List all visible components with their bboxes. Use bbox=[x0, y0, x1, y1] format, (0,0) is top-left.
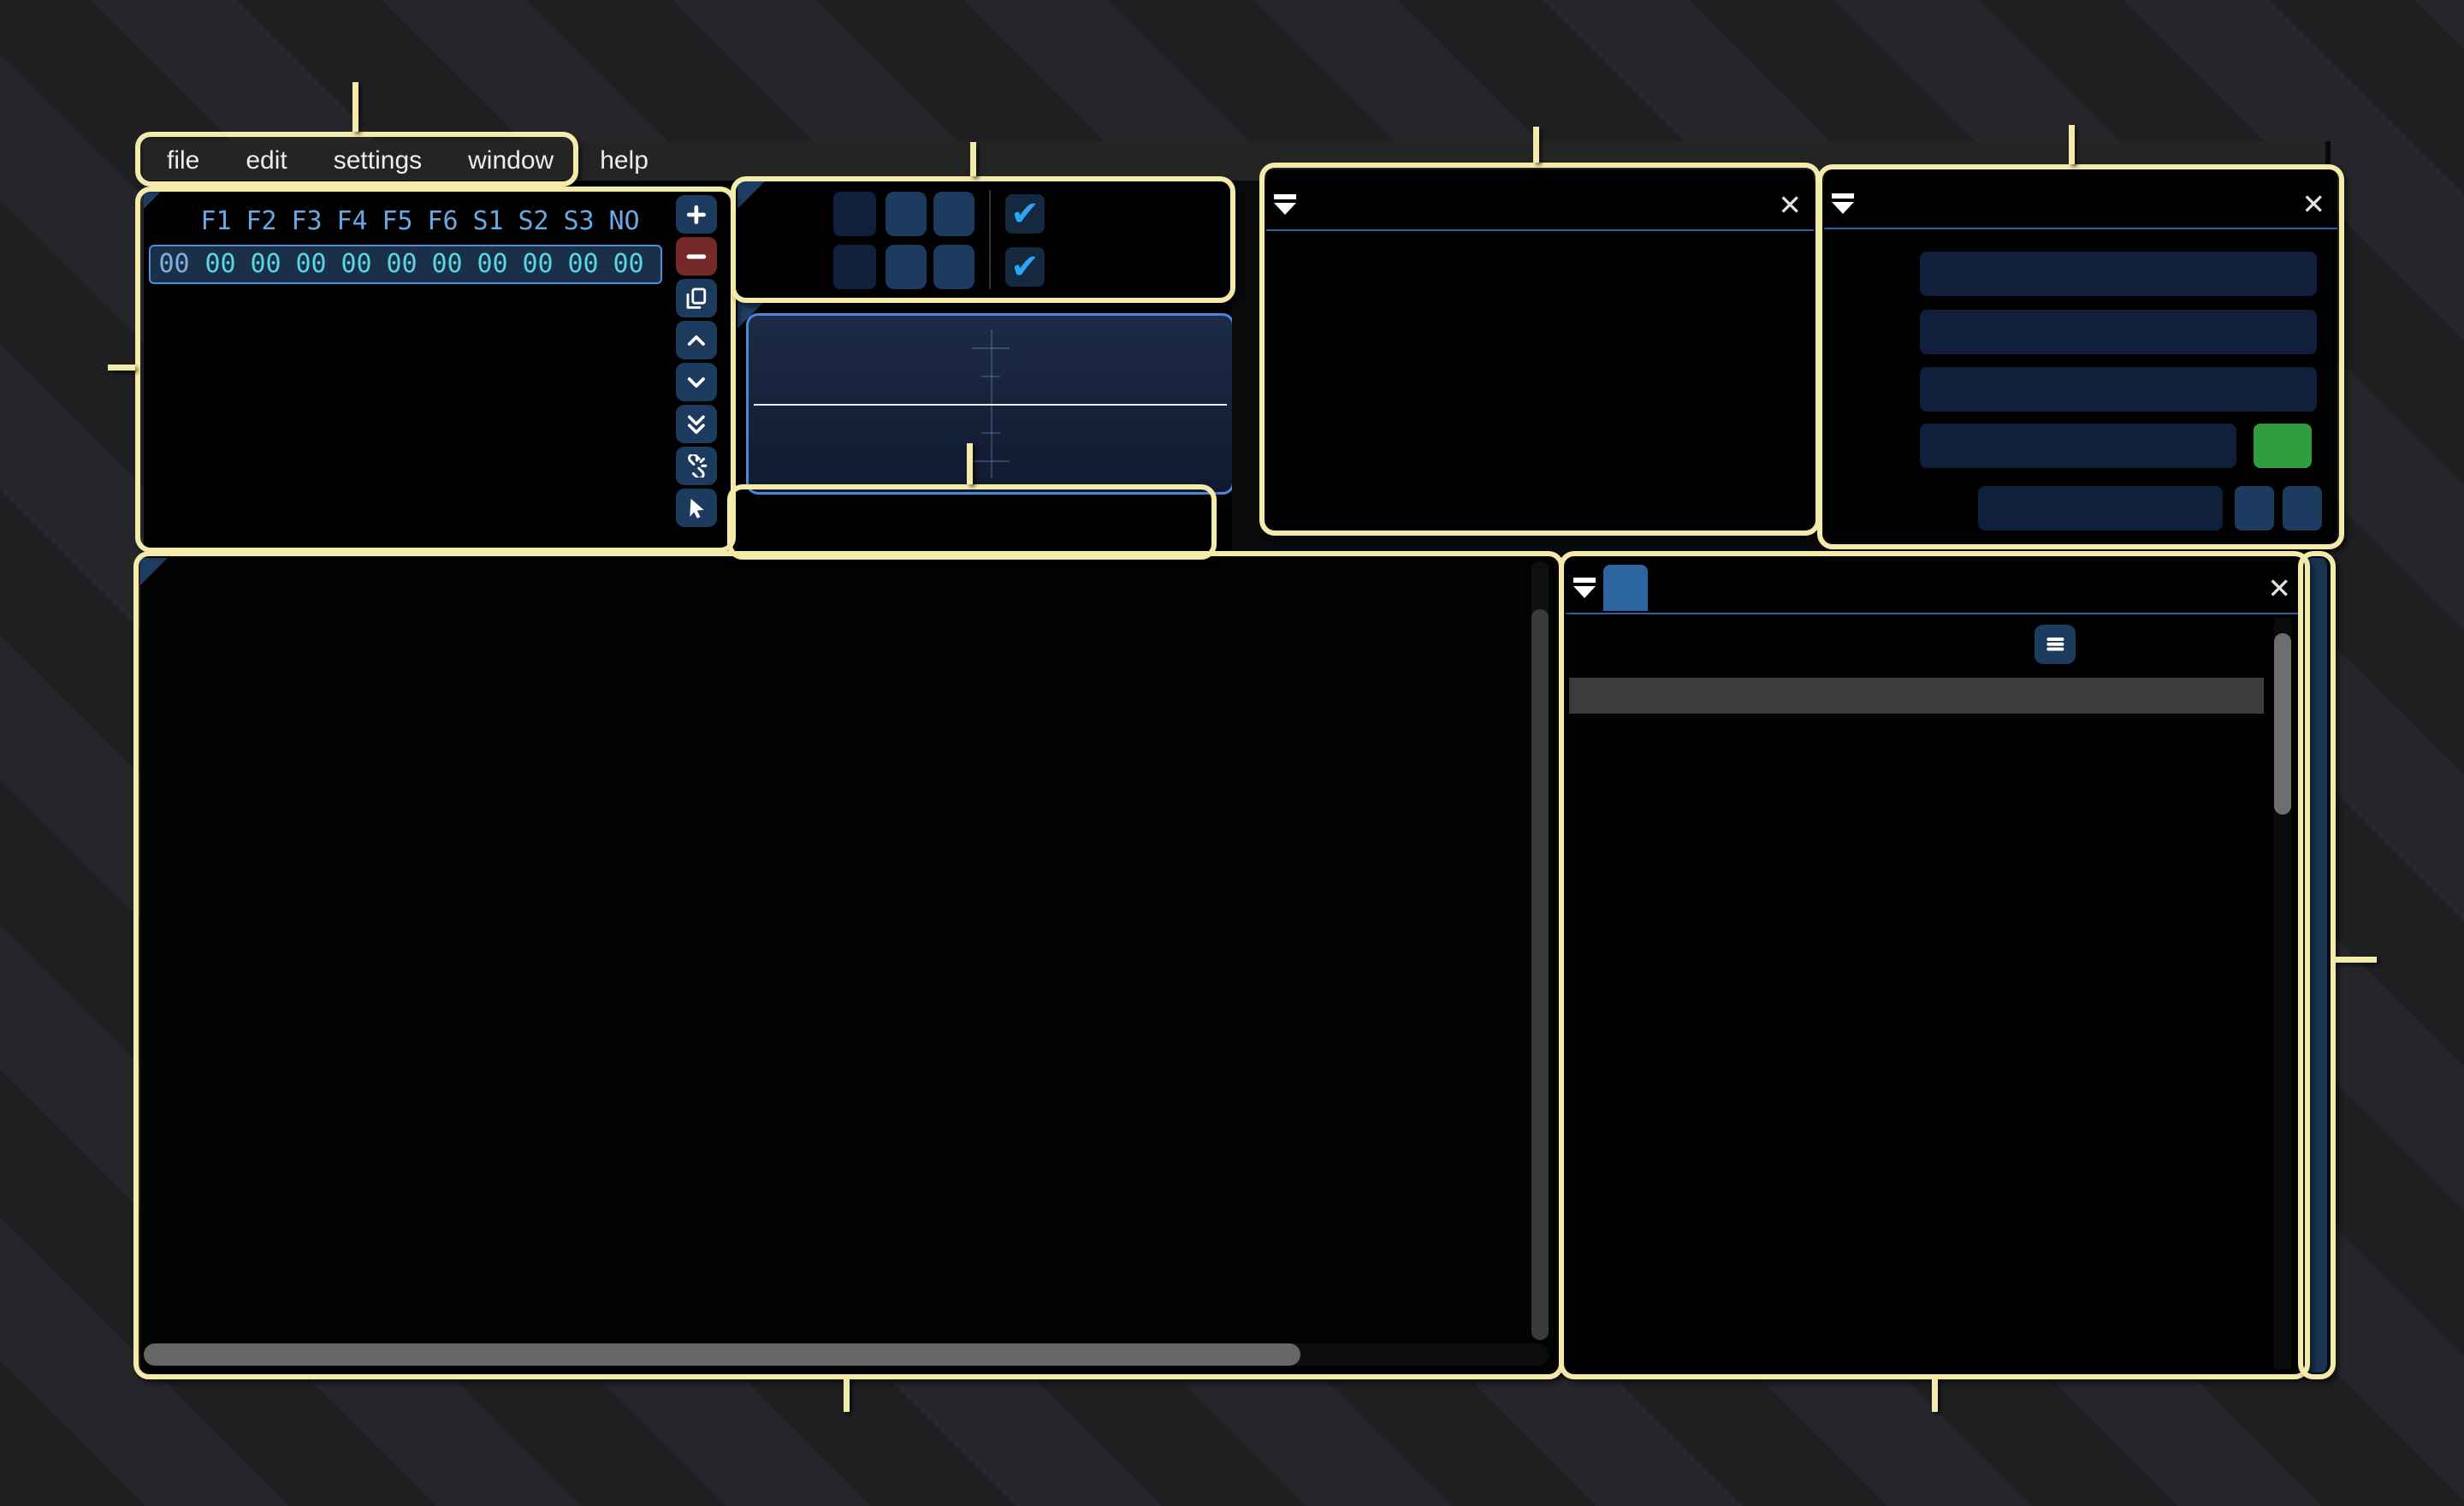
chevron-down-icon bbox=[676, 363, 717, 401]
order-list-toolbar bbox=[676, 195, 717, 527]
pattern-horizontal-scrollbar[interactable] bbox=[144, 1343, 1549, 1366]
order-index-header bbox=[144, 204, 193, 240]
song-info-panel bbox=[1824, 169, 2337, 543]
tuning-decrease-button[interactable] bbox=[2235, 486, 2274, 531]
order-channel-header: F3 bbox=[284, 204, 329, 240]
move-order-up-button[interactable] bbox=[676, 321, 717, 359]
order-row-index: 00 bbox=[151, 246, 198, 282]
oscilloscope bbox=[746, 313, 1232, 495]
order-change-mode-button[interactable] bbox=[676, 447, 717, 485]
chevron-up-icon bbox=[676, 321, 717, 359]
step-increase-button[interactable] bbox=[933, 245, 974, 289]
order-channel-header: S2 bbox=[511, 204, 556, 240]
order-channel-header: S1 bbox=[465, 204, 511, 240]
menu-settings[interactable]: settings bbox=[311, 146, 445, 175]
hamburger-icon bbox=[2043, 632, 2068, 656]
order-channel-header: F5 bbox=[375, 204, 420, 240]
song-author-input[interactable] bbox=[1920, 310, 2317, 354]
effect-list-scrollbar[interactable] bbox=[2274, 618, 2291, 1369]
minus-icon bbox=[676, 237, 717, 276]
menu-items: fileeditsettingswindowhelp bbox=[144, 141, 672, 181]
window-menu-icon[interactable] bbox=[1566, 565, 1603, 611]
order-list-header: F1F2F3F4F5F6S1S2S3NO bbox=[144, 204, 647, 240]
close-icon[interactable] bbox=[1766, 181, 1814, 228]
order-cell: 00 bbox=[288, 246, 334, 282]
octave-decrease-button[interactable] bbox=[886, 192, 927, 236]
effect-list-menu-button[interactable] bbox=[2035, 625, 2076, 664]
order-list-panel: F1F2F3F4F5F6S1S2S3NO 0000000000000000000… bbox=[144, 181, 732, 548]
edit-controls-panel bbox=[737, 181, 1230, 298]
unlink-icon bbox=[676, 447, 717, 485]
annotation-line bbox=[2336, 957, 2377, 963]
play-controls-panel bbox=[737, 301, 1232, 554]
order-cell: 00 bbox=[560, 246, 606, 282]
pointer-icon bbox=[676, 489, 717, 527]
order-cell: 00 bbox=[334, 246, 379, 282]
step-value[interactable] bbox=[833, 245, 876, 289]
volume-meter bbox=[2305, 558, 2327, 1373]
song-name-input[interactable] bbox=[1920, 252, 2317, 296]
auto-system-button[interactable] bbox=[2254, 424, 2312, 468]
song-album-input[interactable] bbox=[1920, 367, 2317, 412]
step-decrease-button[interactable] bbox=[886, 245, 927, 289]
tuning-increase-button[interactable] bbox=[2283, 486, 2322, 531]
close-icon[interactable] bbox=[2255, 565, 2303, 611]
octave-value[interactable] bbox=[833, 192, 876, 236]
tab-underline bbox=[1824, 228, 2337, 229]
order-channel-header: F6 bbox=[420, 204, 465, 240]
assets-panel bbox=[1266, 169, 1814, 529]
dock-corner bbox=[140, 558, 168, 585]
follow-orders-checkbox[interactable] bbox=[1005, 194, 1045, 234]
order-cell: 00 bbox=[470, 246, 515, 282]
order-channel-header: F4 bbox=[329, 204, 375, 240]
pattern-vertical-scrollbar[interactable] bbox=[1531, 561, 1549, 1340]
duplicate-order-button[interactable] bbox=[676, 279, 717, 317]
menu-window[interactable]: window bbox=[445, 146, 577, 175]
tab-effect-list[interactable] bbox=[1603, 565, 1648, 611]
effect-table-header bbox=[1569, 678, 2264, 714]
pattern-view-panel bbox=[140, 558, 1557, 1373]
order-channel-header: S3 bbox=[556, 204, 601, 240]
effect-list-panel bbox=[1566, 558, 2303, 1373]
menu-help[interactable]: help bbox=[577, 146, 672, 175]
order-channel-header: F1 bbox=[193, 204, 239, 240]
menu-edit[interactable]: edit bbox=[222, 146, 310, 175]
follow-pattern-checkbox[interactable] bbox=[1005, 247, 1045, 287]
order-cell: 00 bbox=[606, 246, 651, 282]
menu-file[interactable]: file bbox=[144, 146, 222, 175]
oscilloscope-waveform bbox=[754, 404, 1227, 406]
system-input[interactable] bbox=[1920, 424, 2236, 468]
order-cell: 00 bbox=[379, 246, 424, 282]
order-cell: 00 bbox=[243, 246, 288, 282]
annotation-line bbox=[352, 82, 358, 132]
order-channel-header: NO bbox=[601, 204, 647, 240]
annotation-line bbox=[1932, 1379, 1938, 1412]
duplicate-icon bbox=[676, 279, 717, 317]
tab-underline bbox=[1566, 613, 2303, 614]
order-channel-header: F2 bbox=[239, 204, 284, 240]
octave-increase-button[interactable] bbox=[933, 192, 974, 236]
plus-icon bbox=[676, 195, 717, 234]
order-list-row[interactable]: 0000000000000000000000 bbox=[149, 245, 662, 284]
close-icon[interactable] bbox=[2289, 181, 2337, 226]
order-cell: 00 bbox=[424, 246, 470, 282]
order-cell: 00 bbox=[198, 246, 243, 282]
window-menu-icon[interactable] bbox=[1266, 181, 1304, 228]
order-cell: 00 bbox=[515, 246, 560, 282]
check-icon bbox=[1010, 194, 1040, 234]
remove-order-button[interactable] bbox=[676, 237, 717, 276]
add-order-button[interactable] bbox=[676, 195, 717, 234]
check-icon bbox=[1010, 247, 1040, 287]
double-chevron-down-icon bbox=[676, 405, 717, 443]
window-menu-icon[interactable] bbox=[1824, 181, 1862, 226]
annotation-line bbox=[108, 365, 135, 371]
tab-underline bbox=[1266, 229, 1814, 231]
desktop: fileeditsettingswindowhelp F1F2F3F4F5F6S… bbox=[0, 0, 2464, 1506]
tuning-input[interactable] bbox=[1978, 486, 2223, 531]
annotation-line bbox=[844, 1379, 850, 1412]
order-edit-mode-button[interactable] bbox=[676, 489, 717, 527]
duplicate-order-end-button[interactable] bbox=[676, 405, 717, 443]
move-order-down-button[interactable] bbox=[676, 363, 717, 401]
